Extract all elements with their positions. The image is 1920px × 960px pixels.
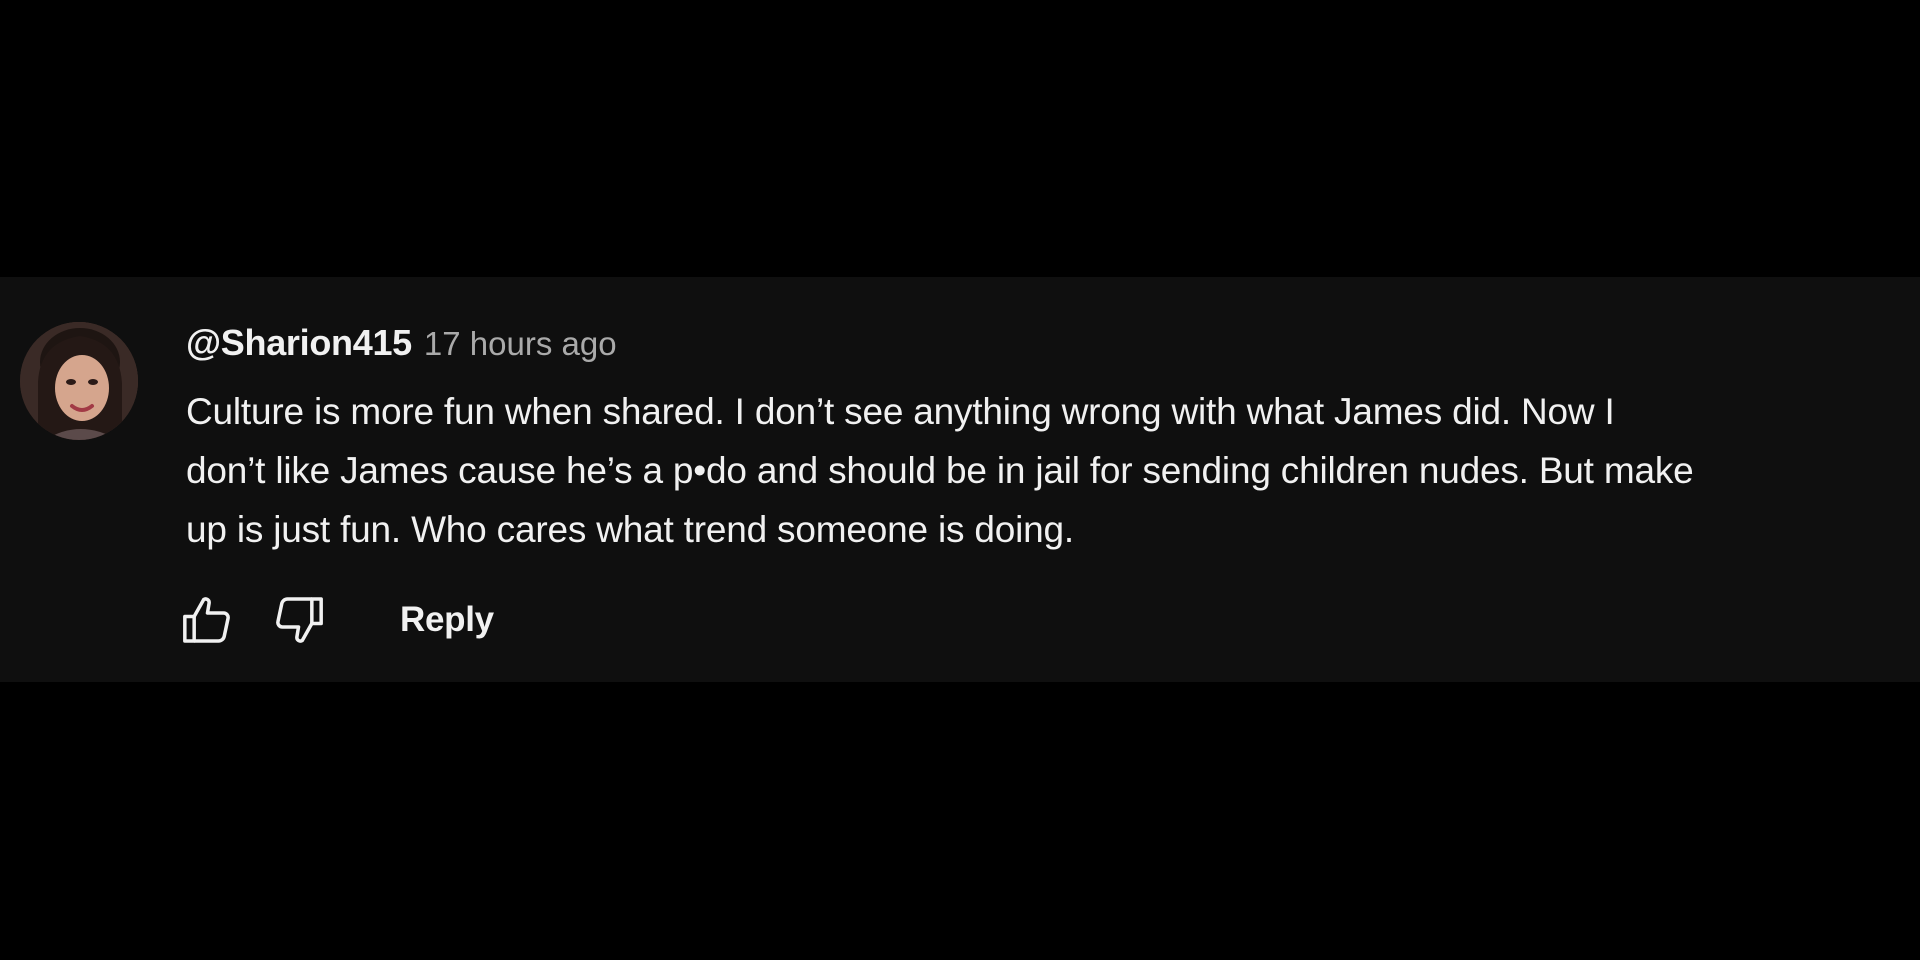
avatar[interactable] (20, 322, 138, 440)
comment: @Sharion415 17 hours ago Culture is more… (186, 322, 1886, 559)
comment-text-line: don’t like James cause he’s a p•do and s… (186, 450, 1694, 491)
user-avatar-photo-icon (20, 322, 138, 440)
comment-timestamp[interactable]: 17 hours ago (424, 325, 617, 363)
reply-button[interactable]: Reply (400, 600, 494, 640)
comment-text: Culture is more fun when shared. I don’t… (186, 382, 1906, 559)
comment-text-line: Culture is more fun when shared. I don’t… (186, 391, 1615, 432)
comment-actions: Reply (176, 590, 494, 650)
comment-author[interactable]: @Sharion415 (186, 322, 412, 364)
dislike-button[interactable] (268, 590, 330, 650)
thumbs-up-icon (183, 597, 230, 643)
like-button[interactable] (176, 590, 238, 650)
thumbs-down-icon (276, 597, 323, 643)
comment-text-line: up is just fun. Who cares what trend som… (186, 509, 1074, 550)
comment-header: @Sharion415 17 hours ago (186, 322, 1886, 372)
